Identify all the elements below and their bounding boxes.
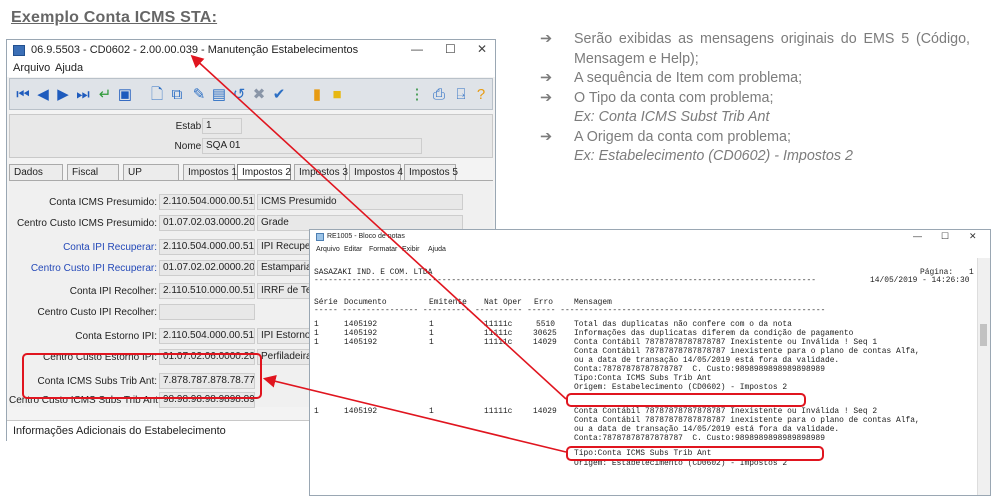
arrow-to-title bbox=[190, 54, 567, 400]
connector-arrows bbox=[190, 54, 567, 453]
arrow-to-field bbox=[262, 375, 567, 453]
